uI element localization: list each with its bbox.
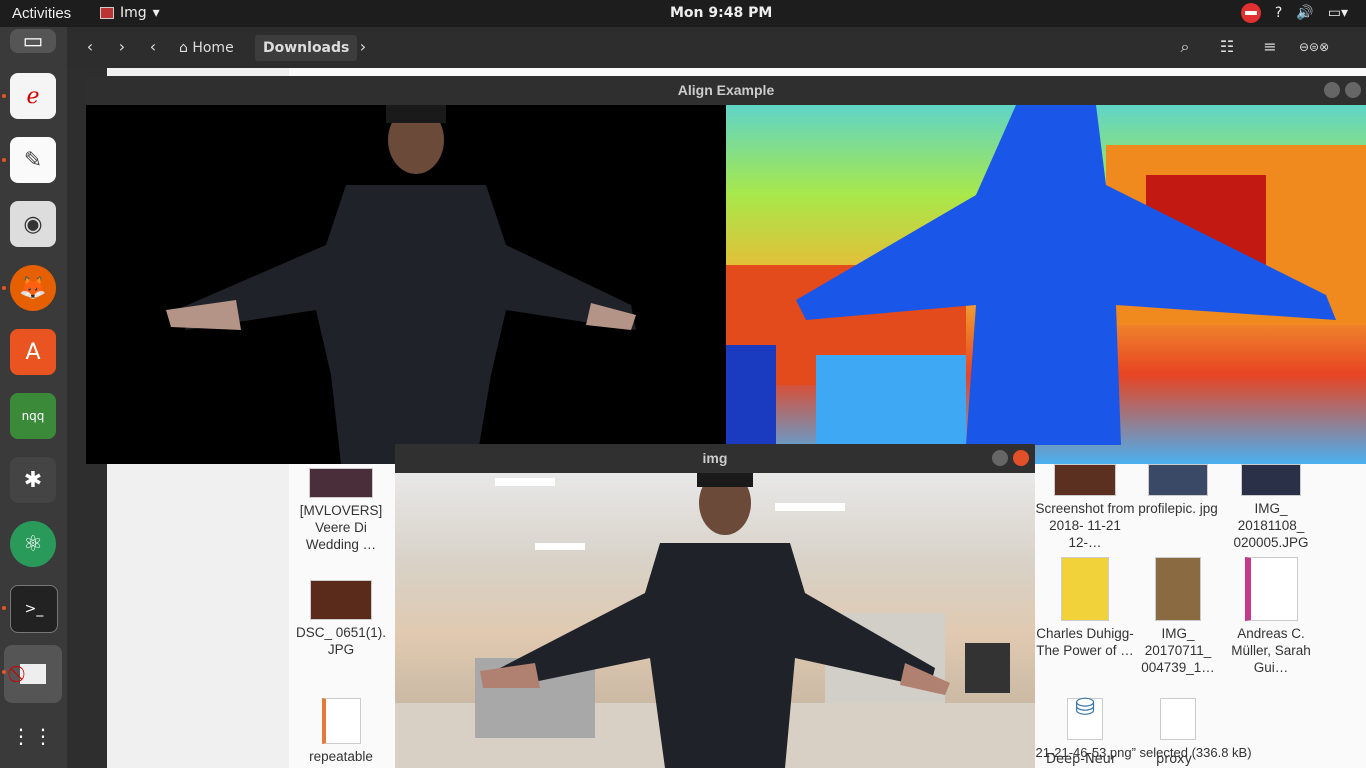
dock-terminal-icon[interactable]: >_ bbox=[10, 585, 58, 633]
dock-nqq-icon[interactable]: nqq bbox=[10, 393, 56, 439]
file-label: Screenshot from 2018- 11-21 12-… bbox=[1035, 501, 1135, 550]
file-label: [MVLOVERS] Veere Di Wedding … bbox=[299, 503, 383, 552]
file-item[interactable]: IMG_ 20181108_ 020005.JPG bbox=[1221, 464, 1321, 551]
file-item[interactable]: IMG_ 20170711_ 004739_1… bbox=[1128, 557, 1228, 676]
dock-software-icon[interactable]: A bbox=[10, 329, 56, 375]
aligned-color-image bbox=[86, 105, 726, 464]
path-right-button[interactable]: › bbox=[355, 35, 371, 61]
text-file-icon bbox=[321, 698, 361, 744]
python-file-icon: ⛁ bbox=[1067, 696, 1103, 740]
dock: ▭ ℯ ✎ ◉ 🦊 A nqq ✱ ⚛ >_ ⃠ ⋮⋮ bbox=[0, 27, 67, 768]
activities-button[interactable]: Activities bbox=[12, 5, 71, 22]
window-title: img bbox=[702, 450, 728, 466]
file-item[interactable]: Screenshot from 2018- 11-21 12-… bbox=[1035, 464, 1135, 551]
file-thumbnail bbox=[1148, 464, 1208, 496]
recording-stop-icon[interactable] bbox=[1240, 3, 1261, 23]
align-window-titlebar[interactable]: Align Example bbox=[86, 76, 1366, 105]
minimize-icon[interactable] bbox=[1324, 82, 1340, 98]
path-left-button[interactable]: ‹ bbox=[145, 35, 161, 61]
person-figure bbox=[166, 105, 636, 464]
breadcrumb-home[interactable]: ⌂ Home bbox=[171, 35, 242, 61]
file-item[interactable]: repeatable bbox=[291, 698, 391, 765]
back-button[interactable]: ‹ bbox=[75, 35, 105, 61]
battery-icon[interactable]: ▭▾ bbox=[1328, 5, 1348, 21]
window-title: Align Example bbox=[677, 82, 775, 98]
view-options-icon[interactable]: ☷ bbox=[1212, 35, 1242, 61]
file-thumbnail bbox=[1155, 557, 1201, 621]
app-menu-label: Img bbox=[120, 5, 147, 21]
file-label: DSC_ 0651(1). JPG bbox=[295, 625, 387, 657]
depth-colormap-image bbox=[726, 105, 1366, 464]
volume-icon[interactable]: 🔊 bbox=[1296, 5, 1313, 21]
file-item[interactable] bbox=[1128, 698, 1228, 744]
show-apps-icon[interactable]: ⋮⋮ bbox=[10, 713, 56, 759]
app-menu[interactable]: Img ▾ bbox=[100, 5, 160, 21]
file-item[interactable]: [MVLOVERS] Veere Di Wedding … bbox=[291, 468, 391, 553]
file-label: IMG_ 20170711_ 004739_1… bbox=[1141, 626, 1215, 675]
breadcrumb-downloads[interactable]: Downloads bbox=[255, 35, 358, 61]
file-label: Andreas C. Müller, Sarah Gui… bbox=[1231, 626, 1311, 675]
dock-web-icon[interactable]: ✱ bbox=[10, 457, 56, 503]
dock-img-app-icon[interactable]: ⃠ bbox=[4, 645, 62, 703]
file-item[interactable]: Andreas C. Müller, Sarah Gui… bbox=[1221, 557, 1321, 676]
file-manager-header: ‹ › ‹ ⌂ Home Downloads › ⌕ ☷ ≡ ⊖⊜⊗ bbox=[67, 27, 1366, 68]
window-controls[interactable]: ⊖⊜⊗ bbox=[1299, 35, 1329, 61]
search-icon[interactable]: ⌕ bbox=[1170, 35, 1200, 61]
file-thumbnail bbox=[1244, 557, 1298, 621]
dock-rhythmbox-icon[interactable]: ◉ bbox=[10, 201, 56, 247]
dock-evince-icon[interactable]: ℯ bbox=[10, 73, 56, 119]
partial-file-name: Deep-Neur bbox=[1046, 752, 1117, 767]
img-window-titlebar[interactable]: img bbox=[395, 444, 1035, 473]
file-thumbnail bbox=[1054, 464, 1116, 496]
top-bar: Activities Img ▾ Mon 9:48 PM ? 🔊 ▭▾ bbox=[0, 0, 1366, 27]
dock-drive-icon[interactable]: ▭ bbox=[10, 29, 56, 54]
file-item[interactable]: profilepic. jpg bbox=[1128, 464, 1228, 517]
partial-file-name: proxy bbox=[1156, 752, 1193, 767]
file-item[interactable]: Charles Duhigg-The Power of … bbox=[1035, 557, 1135, 659]
file-item[interactable]: ⛁ bbox=[1035, 696, 1135, 744]
app-icon bbox=[100, 7, 114, 19]
file-thumbnail bbox=[309, 468, 373, 498]
file-label: repeatable bbox=[309, 749, 373, 764]
file-thumbnail bbox=[1241, 464, 1301, 496]
camera-image bbox=[395, 473, 1035, 768]
file-label: Charles Duhigg-The Power of … bbox=[1036, 626, 1134, 658]
menu-icon[interactable]: ≡ bbox=[1255, 35, 1285, 61]
clock[interactable]: Mon 9:48 PM bbox=[670, 5, 772, 21]
close-icon[interactable] bbox=[1345, 82, 1361, 98]
dock-firefox-icon[interactable]: 🦊 bbox=[10, 265, 56, 311]
file-thumbnail bbox=[310, 580, 372, 620]
file-label: IMG_ 20181108_ 020005.JPG bbox=[1233, 501, 1309, 550]
home-icon: ⌂ bbox=[179, 40, 188, 56]
text-file-icon bbox=[1160, 698, 1196, 740]
help-icon[interactable]: ? bbox=[1275, 5, 1282, 21]
forward-button[interactable]: › bbox=[107, 35, 137, 61]
breadcrumb-home-label: Home bbox=[192, 40, 234, 56]
dock-atom-icon[interactable]: ⚛ bbox=[10, 521, 56, 567]
camera-scene bbox=[395, 473, 1035, 768]
close-icon[interactable] bbox=[1013, 450, 1029, 466]
system-tray[interactable]: ? 🔊 ▭▾ bbox=[1240, 3, 1348, 23]
file-thumbnail bbox=[1061, 557, 1109, 621]
file-label: profilepic. jpg bbox=[1138, 501, 1218, 516]
dock-text-editor-icon[interactable]: ✎ bbox=[10, 137, 56, 183]
depth-figure bbox=[726, 105, 1366, 464]
chevron-down-icon: ▾ bbox=[152, 5, 160, 21]
file-item[interactable]: DSC_ 0651(1). JPG bbox=[291, 580, 391, 658]
minimize-icon[interactable] bbox=[992, 450, 1008, 466]
